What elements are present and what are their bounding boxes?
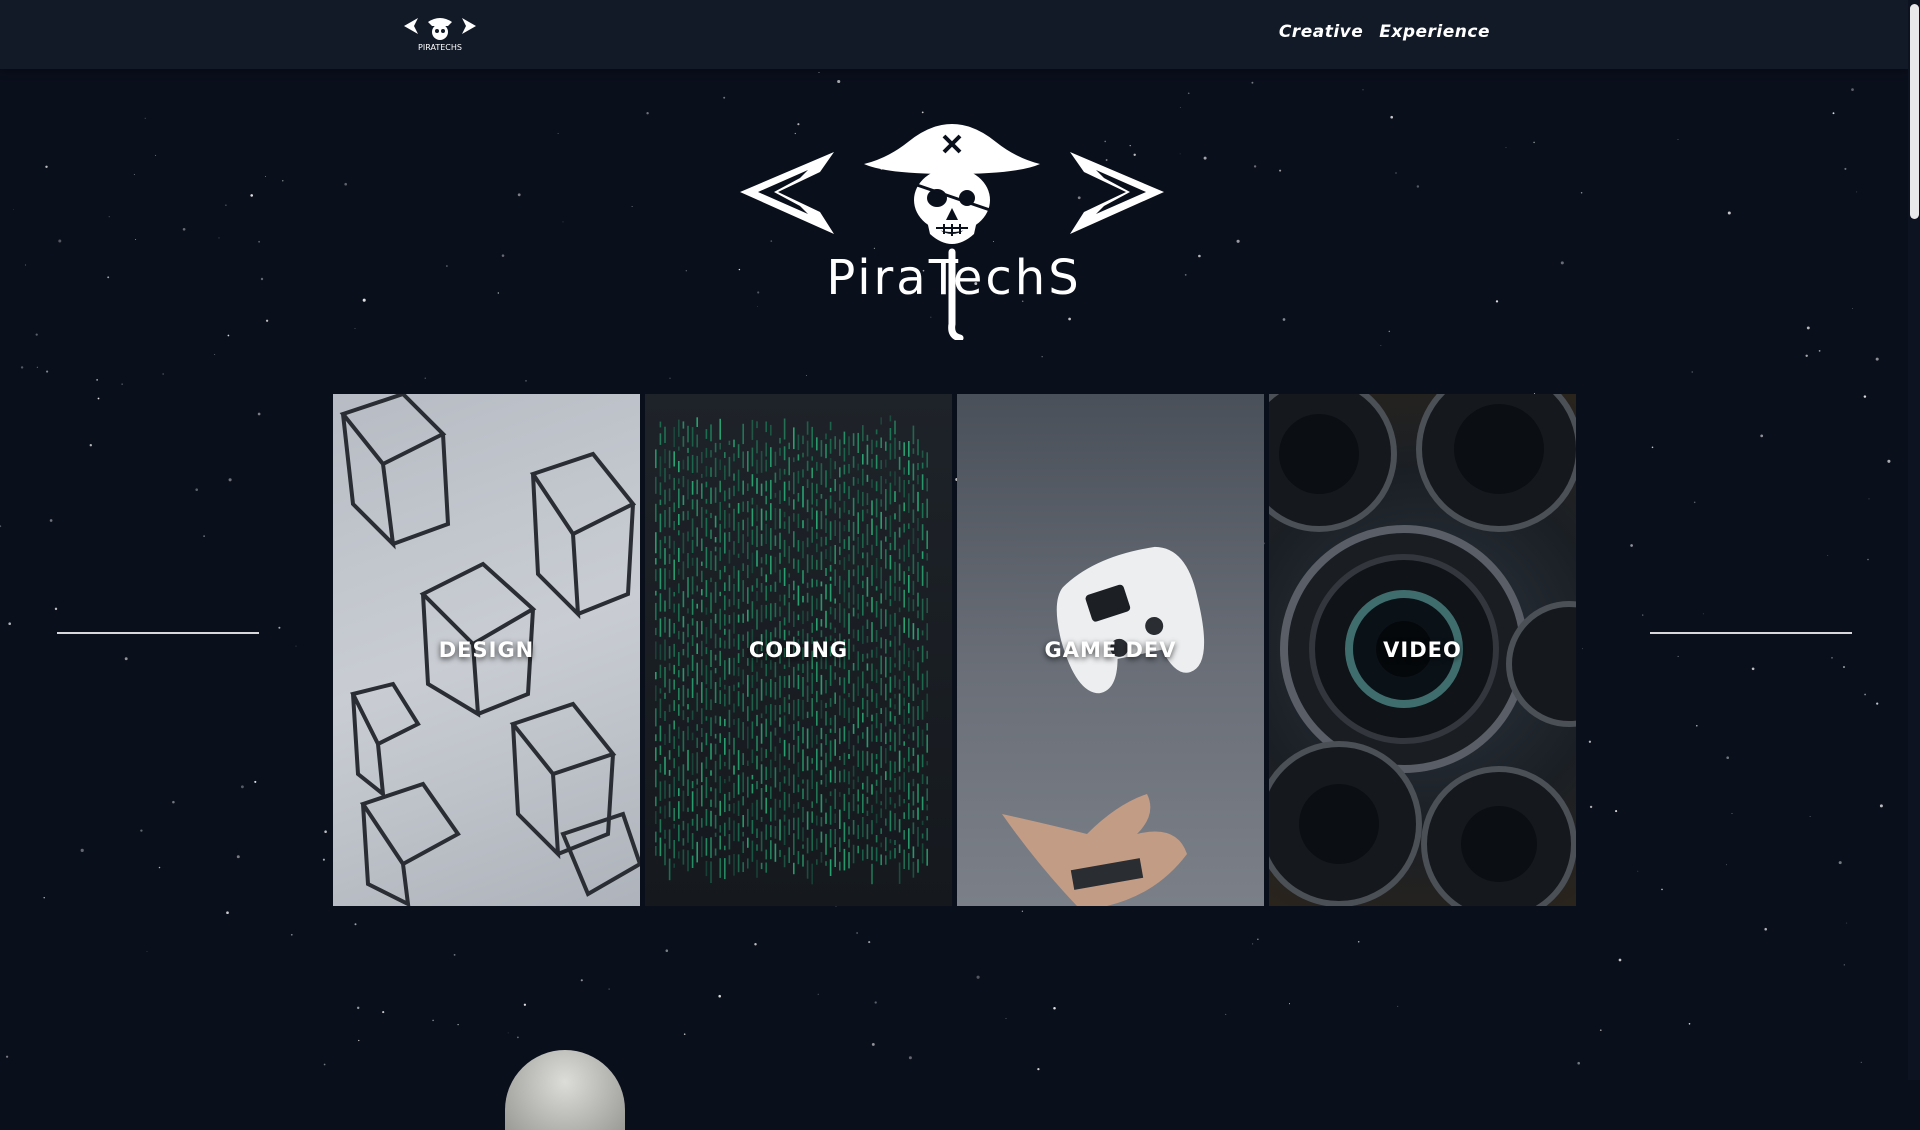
tile-design[interactable]: DESIGN — [333, 394, 640, 906]
scrollbar-thumb[interactable] — [1910, 4, 1919, 219]
main-nav: Creative Experience — [1279, 22, 1490, 42]
tile-label-design: DESIGN — [438, 638, 535, 662]
hero-brand-text: PiraTechS — [826, 250, 1082, 306]
right-divider-line — [1650, 632, 1852, 634]
scrollbar[interactable] — [1908, 0, 1920, 1080]
nav-link-experience[interactable]: Experience — [1379, 22, 1490, 42]
tile-game-dev[interactable]: GAME DEV — [957, 394, 1264, 906]
tile-label-video: VIDEO — [1383, 638, 1462, 662]
nav-link-creative[interactable]: Creative — [1279, 22, 1363, 42]
left-divider-line — [57, 632, 259, 634]
tile-label-coding: CODING — [748, 638, 849, 662]
services-tile-grid: DESIGN CODING GAME DEV VIDEO — [333, 394, 1576, 906]
top-navigation-bar: PIRATECHS Creative Experience — [0, 0, 1908, 69]
pirate-skull-logo-icon[interactable]: PIRATECHS — [402, 14, 478, 56]
tile-label-game-dev: GAME DEV — [1044, 638, 1177, 662]
tile-coding[interactable]: CODING — [645, 394, 952, 906]
tile-video[interactable]: VIDEO — [1269, 394, 1576, 906]
nav-logo-text: PIRATECHS — [418, 43, 462, 52]
